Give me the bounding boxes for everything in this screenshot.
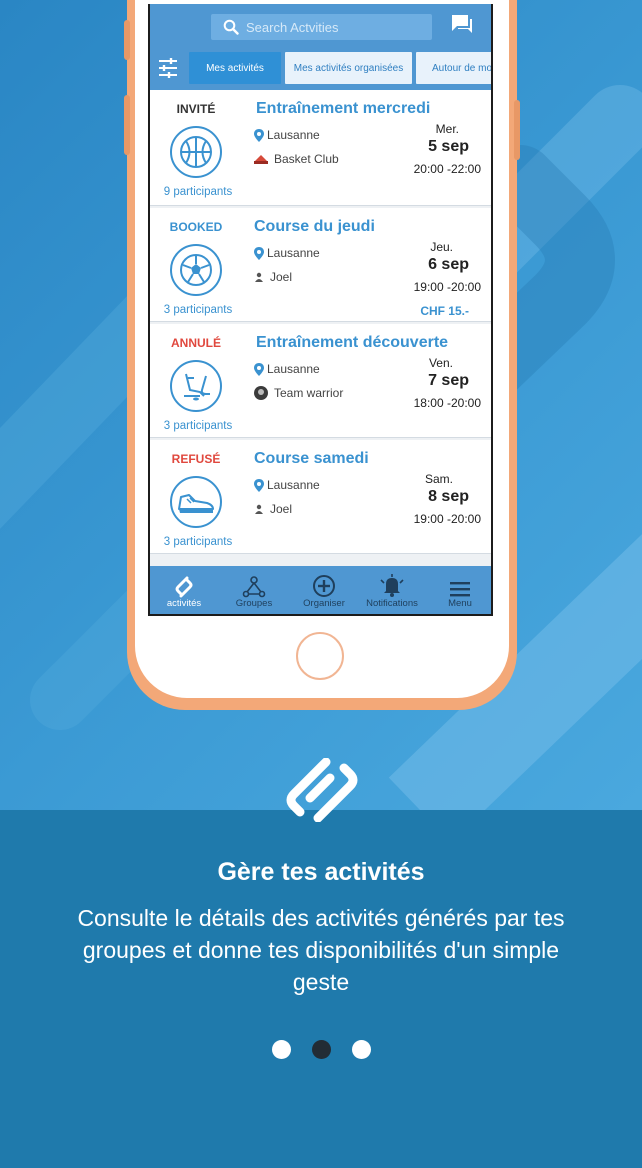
activity-title[interactable]: Course du jeudi [254, 218, 375, 236]
page-dot[interactable] [272, 1040, 291, 1059]
status-badge: INVITÉ [176, 102, 216, 116]
search-placeholder: Search Actvities [246, 20, 339, 35]
nav-label: Groupes [235, 598, 273, 609]
activity-card[interactable]: INVITÉ 9 participants Entraînement mercr… [150, 90, 491, 206]
activity-day: Sam. [424, 472, 453, 486]
soccer-ball-icon [170, 244, 222, 296]
person-icon [255, 272, 263, 282]
nav-activites[interactable]: activités [152, 570, 216, 609]
hamburger-icon [450, 582, 470, 597]
app-logo-icon [286, 758, 358, 822]
location-pin-icon [254, 128, 264, 142]
activity-card[interactable]: ANNULÉ 3 participants Entraînement décou… [150, 324, 491, 438]
running-shoe-icon [170, 476, 222, 528]
nav-organiser[interactable]: Organiser [292, 570, 356, 609]
organizer: Joel [254, 502, 292, 516]
chat-icon[interactable] [450, 12, 474, 36]
bell-icon [380, 574, 404, 597]
volume-button [124, 20, 130, 60]
organizer: Team warrior [254, 386, 343, 400]
nav-groupes[interactable]: Groupes [222, 570, 286, 609]
activity-time: 18:00 -20:00 [413, 396, 481, 410]
nav-label: Menu [448, 598, 472, 609]
activity-time: 19:00 -20:00 [413, 280, 481, 294]
participants-count[interactable]: 3 participants [150, 304, 246, 316]
filter-sliders-icon[interactable] [157, 57, 179, 79]
organizer-name: Joel [270, 502, 293, 516]
activity-date: 5 sep [428, 138, 469, 155]
page-indicator [270, 1040, 380, 1060]
location-pin-icon [254, 362, 264, 376]
person-icon [255, 504, 263, 514]
activity-card[interactable]: BOOKED 3 participants Course du jeudi La… [150, 208, 491, 322]
status-badge: BOOKED [169, 220, 223, 234]
location: Lausanne [254, 478, 320, 492]
activity-time: 19:00 -20:00 [413, 512, 481, 526]
plus-circle-icon [313, 575, 335, 597]
activities-logo-icon [175, 576, 193, 598]
activity-price: CHF 15.- [420, 304, 469, 318]
activity-title[interactable]: Course samedi [254, 450, 369, 468]
home-button[interactable] [296, 632, 344, 680]
groups-icon [242, 576, 266, 598]
nav-label: activités [166, 598, 202, 609]
tab-mes-activites-organisees[interactable]: Mes activités organisées [285, 52, 412, 84]
location-pin-icon [254, 478, 264, 492]
nav-notifications[interactable]: Notifications [360, 570, 424, 609]
app-screen: Search Actvities Mes activités Mes activ… [148, 4, 493, 616]
participants-count[interactable]: 3 participants [150, 420, 246, 432]
organizer-name: Basket Club [274, 152, 339, 166]
nav-menu[interactable]: Menu [428, 570, 491, 609]
location-text: Lausanne [267, 362, 320, 376]
organizer: Basket Club [254, 152, 339, 166]
activity-title[interactable]: Entraînement découverte [256, 334, 448, 352]
status-badge: ANNULÉ [171, 336, 221, 350]
search-icon [223, 19, 239, 35]
page-dot-active[interactable] [312, 1040, 331, 1059]
hockey-icon [170, 360, 222, 412]
team-avatar-icon [254, 386, 268, 400]
onboarding-headline: Gère tes activités [217, 858, 425, 886]
location-text: Lausanne [267, 128, 320, 142]
activity-day: Mer. [435, 122, 459, 136]
club-logo-icon [254, 155, 268, 164]
activity-day: Jeu. [430, 240, 453, 254]
onboarding-subtitle: Consulte le détails des activités généré… [77, 905, 565, 995]
tab-mes-activites[interactable]: Mes activités [189, 52, 281, 84]
participants-count[interactable]: 9 participants [150, 186, 246, 198]
app-header: Search Actvities Mes activités Mes activ… [150, 4, 491, 90]
location: Lausanne [254, 246, 320, 260]
basketball-icon [170, 126, 222, 178]
status-badge: REFUSÉ [171, 452, 221, 466]
location: Lausanne [254, 128, 320, 142]
activity-day: Ven. [428, 356, 453, 370]
tab-autour-de-moi[interactable]: Autour de moi [416, 52, 491, 84]
location: Lausanne [254, 362, 320, 376]
nav-label: Notifications [366, 598, 418, 609]
location-pin-icon [254, 246, 264, 260]
activity-time: 20:00 -22:00 [413, 162, 481, 176]
organizer-name: Team warrior [274, 386, 344, 400]
location-text: Lausanne [267, 246, 320, 260]
location-text: Lausanne [267, 478, 320, 492]
page-dot[interactable] [352, 1040, 371, 1059]
activity-date: 7 sep [428, 372, 469, 389]
volume-button [124, 95, 130, 155]
organizer: Joel [254, 270, 292, 284]
activity-card[interactable]: REFUSÉ 3 participants Course samedi Laus… [150, 440, 491, 554]
activity-title[interactable]: Entraînement mercredi [256, 100, 430, 118]
nav-label: Organiser [303, 598, 345, 609]
power-button [514, 100, 520, 160]
organizer-name: Joel [270, 270, 293, 284]
bottom-navigation: activités Groupes Organiser Notification… [150, 566, 491, 614]
activity-date: 8 sep [428, 488, 469, 505]
participants-count[interactable]: 3 participants [150, 536, 246, 548]
activity-date: 6 sep [428, 256, 469, 273]
search-input[interactable]: Search Actvities [211, 14, 432, 40]
